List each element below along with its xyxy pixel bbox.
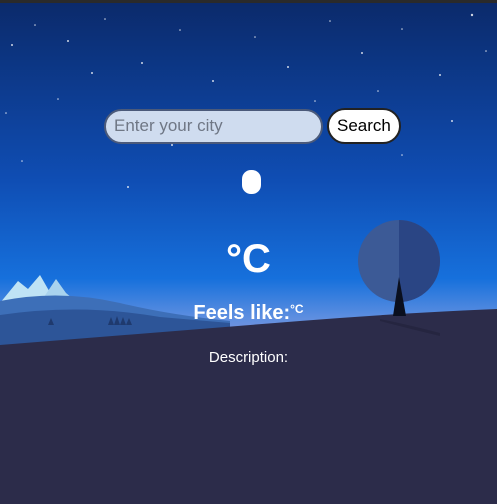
feels-like-display: Feels like:°C (0, 300, 497, 326)
feels-like-label: Feels like: (193, 302, 291, 324)
feels-like-unit: °C (290, 302, 304, 316)
temperature-unit: °C (226, 237, 271, 281)
description-label: Description: (208, 349, 289, 366)
search-bar: Search (104, 108, 401, 144)
weather-condition-icon (242, 170, 261, 194)
temperature-display: °C (0, 236, 497, 282)
search-button[interactable]: Search (327, 108, 401, 144)
city-search-input[interactable] (104, 108, 323, 144)
description-display: Description: (0, 348, 497, 368)
